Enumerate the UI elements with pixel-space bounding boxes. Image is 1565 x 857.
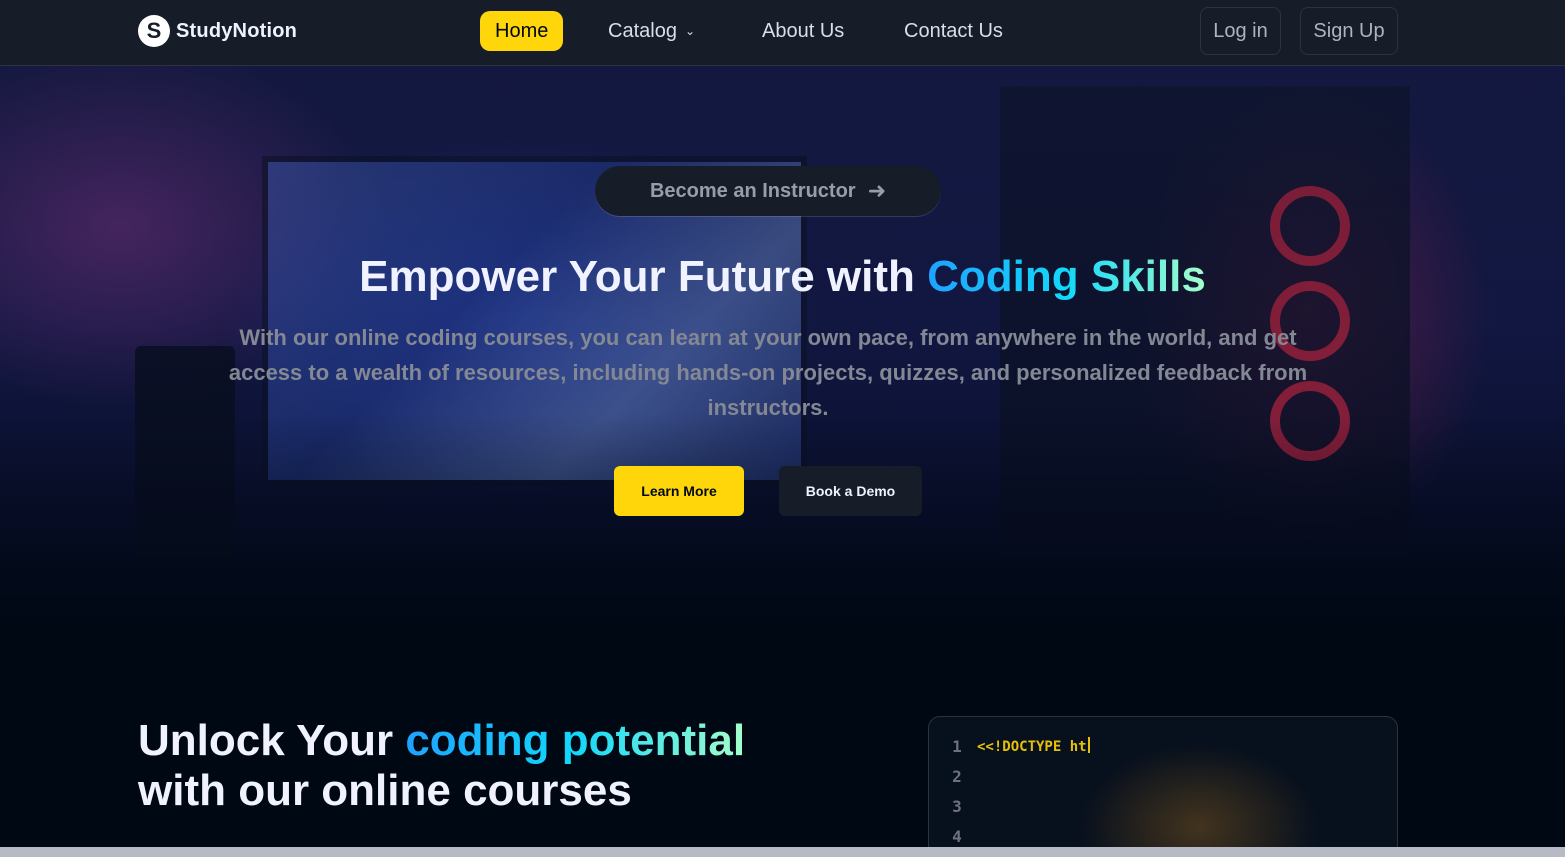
book-demo-button[interactable]: Book a Demo xyxy=(779,466,922,516)
line-number: 3 xyxy=(952,797,962,816)
typed-code-text: <<!DOCTYPE ht xyxy=(977,739,1087,755)
line-number: 1 xyxy=(952,737,962,756)
logo[interactable]: S StudyNotion xyxy=(138,15,297,47)
nav-link-about[interactable]: About Us xyxy=(762,11,844,51)
logo-text: StudyNotion xyxy=(176,19,298,42)
code-block: 1 2 3 4 <<!DOCTYPE ht xyxy=(928,716,1398,857)
line-numbers: 1 2 3 4 xyxy=(947,737,967,856)
section-title-prefix: Unlock Your xyxy=(138,716,406,765)
line-number: 2 xyxy=(952,767,962,786)
text-cursor xyxy=(1087,737,1090,753)
chevron-down-icon: ⌄ xyxy=(684,24,695,38)
nav-link-home[interactable]: Home xyxy=(480,11,564,51)
code-line: <<!DOCTYPE ht xyxy=(977,737,1090,757)
nav-link-catalog-label: Catalog xyxy=(608,20,677,42)
section-title-highlight: coding potential xyxy=(405,716,746,765)
nav-link-contact[interactable]: Contact Us xyxy=(904,11,1003,51)
hero-section: Become an Instructor ➜ Empower Your Futu… xyxy=(0,66,1565,646)
section-title-line2: with our online courses xyxy=(138,766,632,815)
section-title: Unlock Your coding potential with our on… xyxy=(138,716,745,816)
hero-title-highlight: Coding Skills xyxy=(927,252,1206,301)
learn-more-button[interactable]: Learn More xyxy=(614,466,744,516)
arrow-right-icon: ➜ xyxy=(867,178,887,203)
logo-icon: S xyxy=(138,15,170,47)
hero-title: Empower Your Future with Coding Skills xyxy=(0,252,1565,302)
hero-title-prefix: Empower Your Future with xyxy=(359,252,928,301)
hero-subtitle: With our online coding courses, you can … xyxy=(228,325,1308,420)
navbar: S StudyNotion Home Catalog ⌄ About Us Con… xyxy=(0,0,1565,66)
become-instructor-button[interactable]: Become an Instructor ➜ xyxy=(595,166,941,216)
horizontal-scrollbar[interactable] xyxy=(0,847,1565,857)
nav-link-catalog[interactable]: Catalog ⌄ xyxy=(608,11,695,51)
signup-button[interactable]: Sign Up xyxy=(1300,7,1398,55)
become-instructor-label: Become an Instructor xyxy=(649,179,856,202)
login-button[interactable]: Log in xyxy=(1200,7,1281,55)
